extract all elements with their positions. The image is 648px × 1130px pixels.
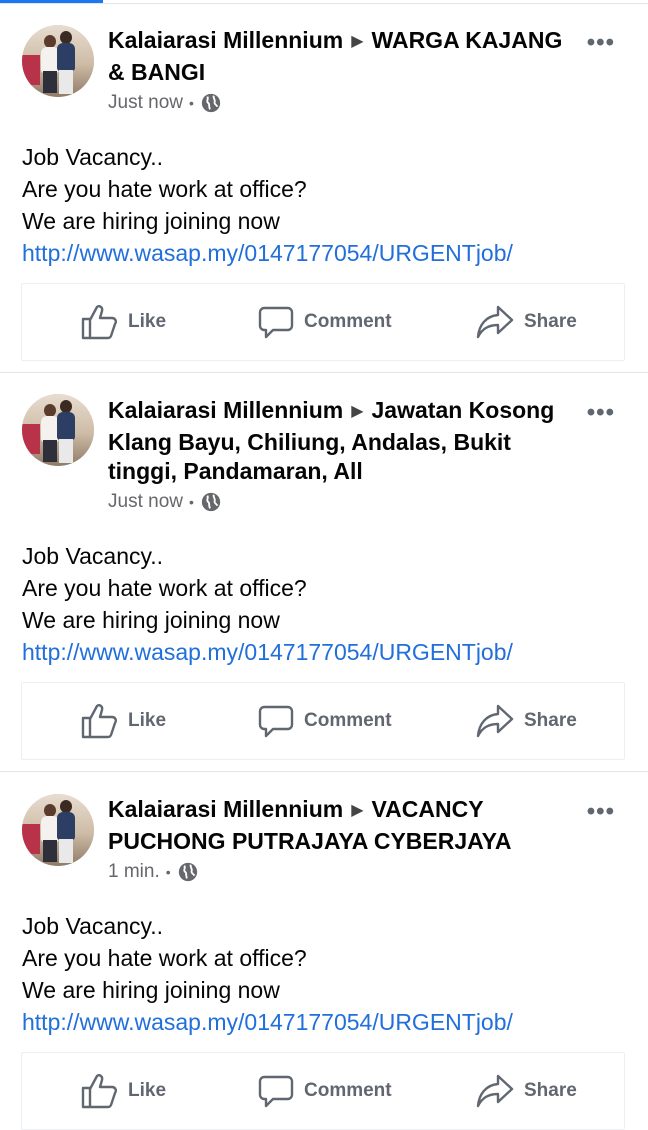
post-divider: [0, 372, 648, 373]
more-dots-icon[interactable]: •••: [587, 401, 615, 425]
share-arrow-icon: [476, 1074, 514, 1108]
comment-bubble-icon: [258, 1075, 294, 1108]
like-button[interactable]: Like: [80, 1053, 166, 1129]
post-meta: Just now •: [108, 490, 222, 514]
author-name[interactable]: Kalaiarasi Millennium: [108, 27, 343, 53]
thumbs-up-icon: [81, 1074, 117, 1109]
action-bar: Like Comment Share: [21, 1052, 625, 1130]
more-dots-icon[interactable]: •••: [587, 31, 615, 55]
post-title: Kalaiarasi Millennium ▶ WARGA KAJANG & BAN…: [108, 26, 578, 87]
post-meta: Just now •: [108, 91, 222, 115]
post-link[interactable]: http://www.wasap.my/0147177054/URGENTjob…: [22, 237, 513, 269]
avatar[interactable]: [22, 25, 94, 97]
avatar[interactable]: [22, 394, 94, 466]
comment-button[interactable]: Comment: [258, 683, 392, 759]
thumbs-up-icon: [81, 704, 117, 739]
triangle-right-icon: ▶: [351, 802, 364, 819]
thumbs-up-icon: [81, 305, 117, 340]
post-body: Job Vacancy.. Are you hate work at offic…: [22, 910, 513, 1038]
timestamp[interactable]: Just now: [108, 91, 183, 115]
post-body: Job Vacancy.. Are you hate work at offic…: [22, 540, 513, 668]
post-body: Job Vacancy.. Are you hate work at offic…: [22, 141, 513, 269]
share-arrow-icon: [476, 305, 514, 339]
post-title: Kalaiarasi Millennium ▶ Jawatan Kosong Kla…: [108, 396, 578, 486]
globe-icon: [178, 862, 197, 882]
share-arrow-icon: [476, 704, 514, 738]
triangle-right-icon: ▶: [351, 33, 364, 50]
comment-button[interactable]: Comment: [258, 1053, 392, 1129]
more-dots-icon[interactable]: •••: [587, 800, 615, 824]
post-link[interactable]: http://www.wasap.my/0147177054/URGENTjob…: [22, 636, 513, 668]
triangle-right-icon: ▶: [351, 403, 364, 420]
like-button[interactable]: Like: [80, 284, 166, 360]
share-button[interactable]: Share: [476, 1053, 577, 1129]
action-bar: Like Comment Share: [21, 283, 625, 361]
action-bar: Like Comment Share: [21, 682, 625, 760]
share-button[interactable]: Share: [476, 683, 577, 759]
post-link[interactable]: http://www.wasap.my/0147177054/URGENTjob…: [22, 1006, 513, 1038]
globe-icon: [201, 492, 221, 512]
comment-bubble-icon: [258, 306, 294, 339]
comment-bubble-icon: [258, 705, 294, 738]
like-button[interactable]: Like: [80, 683, 166, 759]
avatar[interactable]: [22, 794, 94, 866]
post-divider: [0, 771, 648, 772]
post-title: Kalaiarasi Millennium ▶ VACANCY PUCHONG PU…: [108, 795, 578, 856]
post-meta: 1 min. •: [108, 860, 199, 884]
share-button[interactable]: Share: [476, 284, 577, 360]
globe-icon: [201, 93, 221, 113]
timestamp[interactable]: 1 min.: [108, 860, 160, 884]
top-divider: [0, 3, 648, 4]
timestamp[interactable]: Just now: [108, 490, 183, 514]
comment-button[interactable]: Comment: [258, 284, 392, 360]
author-name[interactable]: Kalaiarasi Millennium: [108, 397, 343, 423]
author-name[interactable]: Kalaiarasi Millennium: [108, 796, 343, 822]
